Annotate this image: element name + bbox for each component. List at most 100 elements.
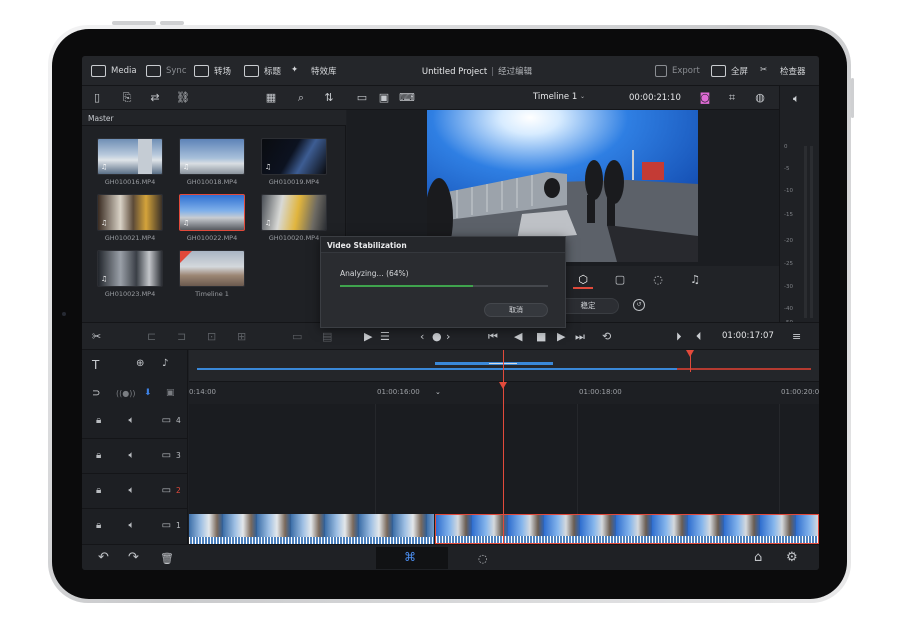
inspector-button[interactable]: ✂ 检查器 <box>760 63 806 79</box>
music-icon: ♫ <box>101 275 108 283</box>
reset-icon[interactable]: ↺ <box>633 299 645 311</box>
keyboard-icon[interactable]: ⌨ <box>399 91 415 105</box>
chevron-down-icon[interactable]: ⌄ <box>435 388 441 396</box>
chevron-down-icon[interactable]: ⌄ <box>580 93 585 100</box>
replace-icon[interactable]: ⊡ <box>207 330 216 343</box>
home-icon[interactable]: ⌂ <box>754 550 762 565</box>
timeline-thumbnail[interactable]: Timeline 1 <box>179 250 245 298</box>
playhead-marker[interactable] <box>499 382 507 389</box>
fullscreen-button[interactable]: 全屏 <box>711 63 748 79</box>
stop-icon[interactable]: ■ <box>536 330 546 343</box>
transform-icon[interactable]: ⌗ <box>725 91 739 105</box>
image-icon[interactable]: ▭ <box>355 91 369 105</box>
undo-icon[interactable]: ↶ <box>98 550 109 565</box>
clip-name: GH010021.MP4 <box>104 234 156 242</box>
track-controls[interactable]: 🔒︎ 🔈︎ ▭ <box>96 520 183 531</box>
effects-label: 特效库 <box>311 67 337 77</box>
clip-thumbnail[interactable]: ♫ GH010023.MP4 <box>97 250 163 298</box>
camera-dot <box>62 312 66 316</box>
transitions-tab[interactable]: 转场 <box>194 63 231 79</box>
stabilization-tab-icon[interactable]: ⬡ <box>573 273 593 289</box>
add-audio-track-icon[interactable]: ♪ <box>162 358 168 369</box>
sync-tab[interactable]: Sync <box>146 63 187 79</box>
audio-link-icon[interactable]: ((●)) <box>116 389 135 398</box>
clip-thumbnail[interactable]: ♫ GH010018.MP4 <box>179 138 245 186</box>
loop-icon[interactable]: ⟲ <box>602 330 611 343</box>
audio-tab-icon[interactable]: ♫ <box>685 273 705 289</box>
speed-tab-icon[interactable]: ◌ <box>648 273 668 289</box>
overwrite-icon[interactable]: ⊐ <box>177 330 186 343</box>
jog-dot-icon[interactable]: ● <box>432 330 442 343</box>
next-clip-icon[interactable]: ⏵ <box>676 330 682 344</box>
reverse-icon[interactable]: ◀ <box>514 330 522 343</box>
clip-thumbnail[interactable]: ♫ GH010019.MP4 <box>261 138 327 186</box>
place-on-top-icon[interactable]: ⊞ <box>237 330 246 343</box>
transitions-icon <box>194 65 209 77</box>
link-icon[interactable]: ⛓ <box>176 91 190 105</box>
playhead[interactable] <box>499 350 507 544</box>
titles-tab[interactable]: 标题 <box>244 63 281 79</box>
snap-icon[interactable]: ⊃ <box>92 388 100 399</box>
cut-page-button[interactable]: ⌘ <box>376 547 448 569</box>
export-icon <box>655 65 667 77</box>
export-button[interactable]: Export <box>655 63 700 79</box>
timeline-tracks[interactable] <box>189 404 819 544</box>
mini-playhead[interactable] <box>686 350 694 372</box>
play-icon[interactable]: ▶ <box>557 330 565 343</box>
track-controls[interactable]: 🔒︎ 🔈︎ ▭ <box>96 415 183 426</box>
timeline-clip[interactable] <box>189 514 434 544</box>
meter-label: -15 <box>784 212 793 218</box>
sliders-icon[interactable]: ☰ <box>380 330 390 343</box>
insert-icon[interactable]: ⊏ <box>147 330 156 343</box>
speaker-icon[interactable]: 🔈︎ <box>793 92 800 106</box>
go-to-end-icon[interactable]: ⏭ <box>575 330 585 344</box>
text-tool-icon[interactable]: T <box>92 358 99 372</box>
camera-icon[interactable]: ◙ <box>698 91 712 105</box>
blade-icon[interactable]: ✂ <box>92 330 101 343</box>
clip-thumbnail[interactable]: ♫ GH010016.MP4 <box>97 138 163 186</box>
relink-icon[interactable]: ⇄ <box>148 91 162 105</box>
cancel-button[interactable]: 取消 <box>484 303 548 317</box>
timeline-name[interactable]: Timeline 1 <box>533 92 577 102</box>
meter-label: -5 <box>784 166 790 172</box>
ruler-label: 0:14:00 <box>189 388 216 396</box>
track-controls[interactable]: 🔒︎ 🔈︎ ▭ <box>96 485 183 496</box>
mini-timeline[interactable] <box>189 350 819 382</box>
marker-icon[interactable]: ⬇ <box>144 388 152 398</box>
search-icon[interactable]: ⌕ <box>294 91 308 105</box>
settings-gear-icon[interactable]: ⚙ <box>786 550 798 565</box>
color-wheel-icon[interactable]: ◍ <box>753 91 767 105</box>
go-to-start-icon[interactable]: ⏮ <box>488 330 498 344</box>
clip-thumbnail[interactable]: ♫ GH010021.MP4 <box>97 194 163 242</box>
edit-page-icon[interactable]: ◌ <box>478 552 488 565</box>
append-icon[interactable]: ▤ <box>322 330 332 343</box>
menu-icon[interactable]: ≡ <box>792 330 801 343</box>
timeline-clip-selected[interactable] <box>435 514 819 544</box>
jog-right-icon[interactable]: › <box>446 330 450 343</box>
clip-thumbnail[interactable]: ♫ GH010020.MP4 <box>261 194 327 242</box>
import-icon[interactable]: ⎘ <box>120 91 134 105</box>
clip-thumbnail-selected[interactable]: ♫ GH010022.MP4 <box>179 194 245 242</box>
play-small-icon[interactable]: ▶ <box>364 330 372 343</box>
top-bar: Media Sync 转场 标题 ✦ 特效库 Untitled Project |… <box>82 56 819 86</box>
clip-name: GH010018.MP4 <box>186 178 238 186</box>
grid-view-icon[interactable]: ▦ <box>264 91 278 105</box>
meter-bar-right <box>810 146 813 318</box>
redo-icon[interactable]: ↷ <box>128 550 139 565</box>
track-controls[interactable]: 🔒︎ 🔈︎ ▭ <box>96 450 183 461</box>
sidebar-toggle-icon[interactable]: ▯ <box>90 91 104 105</box>
crop-tab-icon[interactable]: ▢ <box>610 273 630 289</box>
safe-area-icon[interactable]: ▣ <box>377 91 391 105</box>
edit-mode: 经过编辑 <box>498 67 533 77</box>
trash-icon[interactable]: 🗑︎ <box>160 552 174 565</box>
resolve-screen: Media Sync 转场 标题 ✦ 特效库 Untitled Project |… <box>82 56 819 570</box>
stabilize-button[interactable]: 稳定 <box>557 298 619 314</box>
add-track-icon[interactable]: ⊕ <box>136 358 144 369</box>
prev-clip-icon[interactable]: ⏴ <box>696 330 702 344</box>
flag-icon[interactable]: ▣ <box>166 388 175 398</box>
media-tab[interactable]: Media <box>91 63 137 79</box>
sort-icon[interactable]: ⇅ <box>322 91 336 105</box>
ripple-icon[interactable]: ▭ <box>292 330 302 343</box>
effects-tab[interactable]: ✦ 特效库 <box>291 63 337 79</box>
jog-left-icon[interactable]: ‹ <box>420 330 424 343</box>
